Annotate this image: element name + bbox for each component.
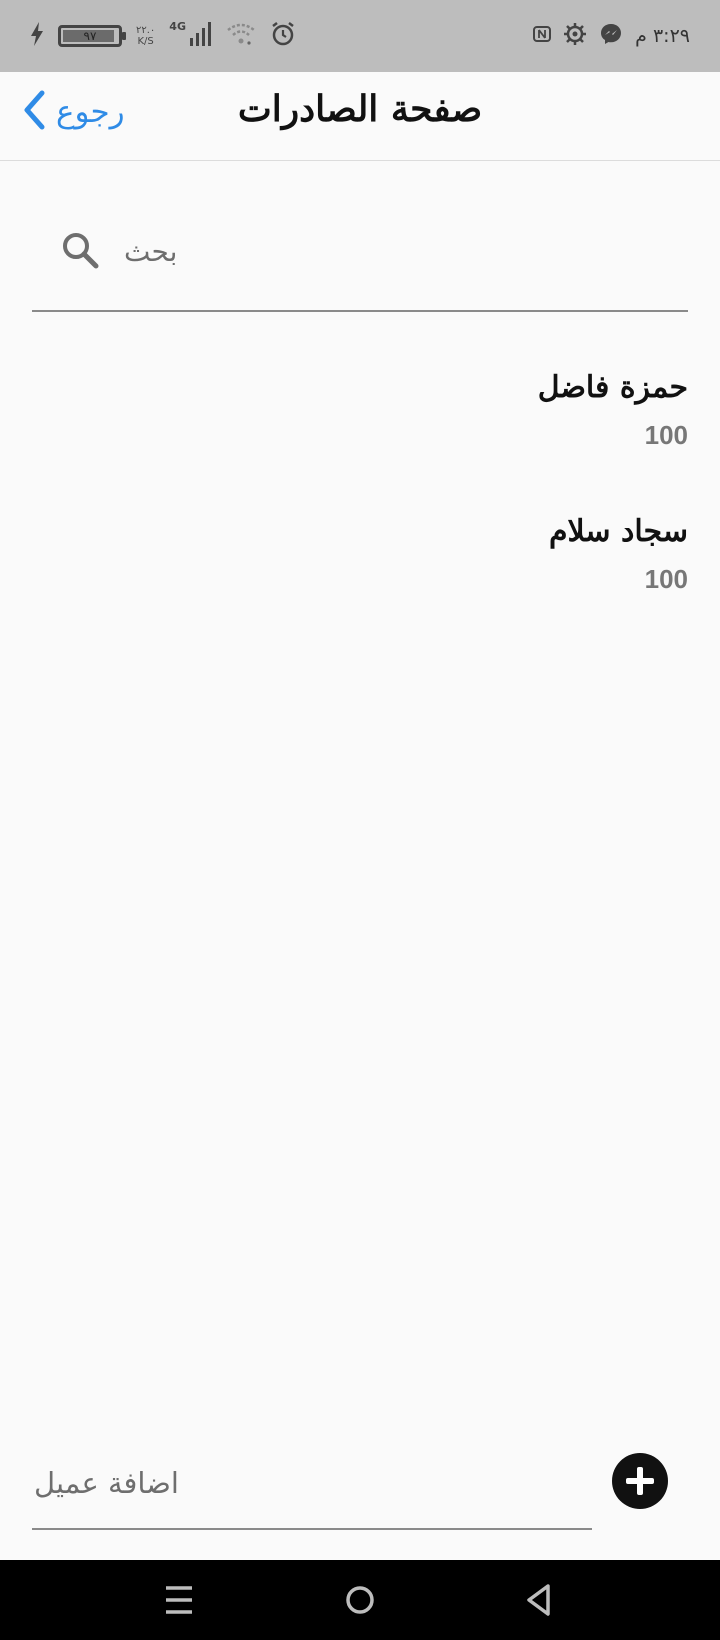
customer-amount: 100 <box>644 420 688 450</box>
battery-level: ٩٧ <box>83 29 97 43</box>
customer-name: حمزة فاضل <box>537 370 688 405</box>
list-item[interactable]: سجاد سلام 100 <box>32 514 688 658</box>
status-bar-left: ٩٧ ٢٢.٠ K/S 4G <box>30 18 296 54</box>
back-nav-icon[interactable] <box>524 1580 554 1624</box>
customer-name: سجاد سلام <box>548 514 688 549</box>
status-bar-right: ٣:٢٩ م <box>533 18 690 54</box>
wifi-icon <box>226 22 256 50</box>
status-bar: ٩٧ ٢٢.٠ K/S 4G ٣:٢٩ م <box>0 0 720 72</box>
customer-amount: 100 <box>644 564 688 594</box>
add-customer-button[interactable] <box>612 1453 668 1509</box>
search-input[interactable] <box>122 222 666 280</box>
menu-icon[interactable] <box>164 1580 194 1624</box>
customer-list: حمزة فاضل 100 سجاد سلام 100 <box>32 370 688 658</box>
alarm-icon <box>270 21 296 51</box>
settings-gear-icon <box>563 22 587 50</box>
network-speed-value: ٢٢.٠ <box>136 25 156 36</box>
network-speed: ٢٢.٠ K/S <box>136 25 155 47</box>
add-customer-field-wrap <box>32 1440 596 1530</box>
cell-signal-icon <box>189 22 212 50</box>
search-icon <box>60 230 100 274</box>
add-customer-input[interactable] <box>32 1454 596 1512</box>
home-icon[interactable] <box>344 1580 376 1624</box>
page-title-wrap: صفحة الصادرات <box>0 88 720 130</box>
charging-icon <box>30 22 44 50</box>
search-bar <box>32 202 688 312</box>
nfc-icon <box>533 24 552 48</box>
network-type: 4G <box>169 20 186 33</box>
battery-icon: ٩٧ <box>58 25 126 47</box>
system-navigation-bar <box>0 1560 720 1640</box>
top-app-bar: رجوع صفحة الصادرات <box>0 72 720 161</box>
list-item[interactable]: حمزة فاضل 100 <box>32 370 688 514</box>
network-speed-unit: K/S <box>137 36 154 47</box>
messenger-icon <box>599 22 623 50</box>
status-clock: ٣:٢٩ م <box>635 25 690 47</box>
page-title: صفحة الصادرات <box>237 88 483 130</box>
